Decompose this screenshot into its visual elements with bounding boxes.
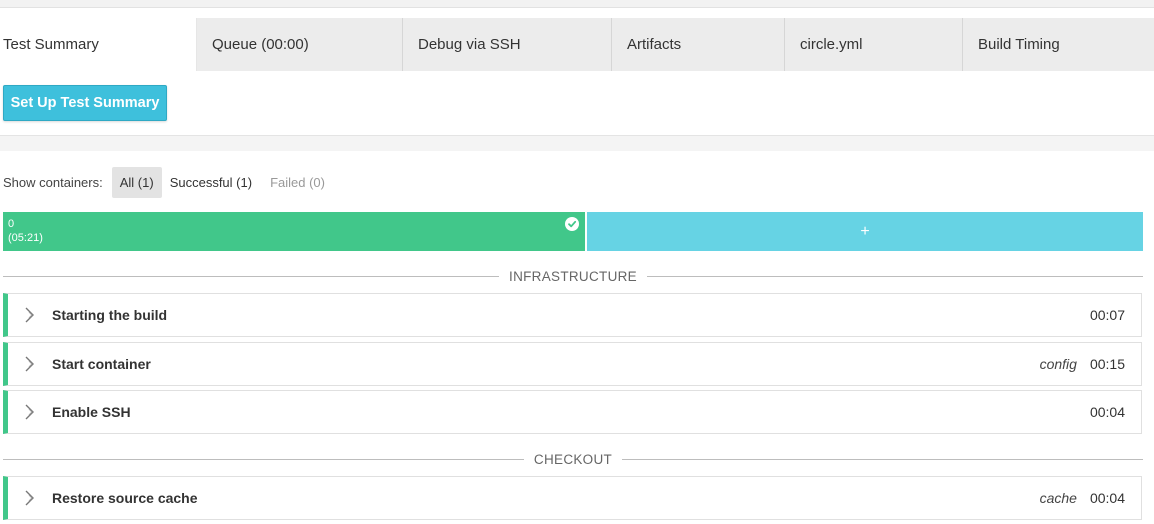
plus-icon: + (860, 222, 870, 240)
container-time: (05:21) (8, 232, 43, 244)
step-row[interactable]: Restore source cache cache 00:04 (3, 476, 1142, 520)
tab-artifacts[interactable]: Artifacts (612, 18, 785, 71)
step-tag: cache (1039, 490, 1077, 506)
filter-successful-button[interactable]: Successful (1) (162, 167, 260, 198)
show-containers-label: Show containers: (3, 174, 103, 190)
divider-line (3, 275, 500, 277)
set-up-test-summary-button[interactable]: Set Up Test Summary (3, 85, 167, 121)
container-filters: Show containers: All (1) Successful (1) … (3, 166, 333, 198)
section-header-checkout: CHECKOUT (3, 449, 1143, 469)
step-row[interactable]: Starting the build 00:07 (3, 293, 1142, 337)
filter-all-button[interactable]: All (1) (111, 166, 162, 198)
build-tabs: Test Summary Queue (00:00) Debug via SSH… (0, 18, 1154, 71)
step-duration: 00:04 (1089, 404, 1125, 420)
container-0-bar[interactable]: 0 (05:21) (3, 212, 585, 251)
chevron-right-icon (22, 402, 38, 422)
chevron-right-icon (22, 488, 38, 508)
add-container-button[interactable]: + (585, 212, 1143, 251)
container-index: 0 (8, 218, 15, 230)
step-row[interactable]: Start container config 00:15 (3, 342, 1142, 386)
step-name: Enable SSH (52, 404, 131, 420)
step-duration: 00:07 (1089, 307, 1125, 323)
divider-line (646, 275, 1144, 277)
divider-line (3, 458, 524, 460)
tab-test-summary[interactable]: Test Summary (0, 18, 197, 71)
step-name: Start container (52, 356, 151, 372)
step-duration: 00:15 (1089, 356, 1125, 372)
chevron-right-icon (22, 305, 38, 325)
step-row[interactable]: Enable SSH 00:04 (3, 390, 1142, 434)
step-name: Restore source cache (52, 490, 198, 506)
step-name: Starting the build (52, 307, 168, 323)
step-tag: config (1039, 356, 1077, 372)
section-title: INFRASTRUCTURE (509, 268, 637, 284)
tab-circle-yml[interactable]: circle.yml (785, 18, 963, 71)
panel-divider (0, 135, 1154, 151)
section-header-infrastructure: INFRASTRUCTURE (3, 266, 1144, 286)
step-duration: 00:04 (1089, 490, 1125, 506)
filter-failed-button[interactable]: Failed (0) (262, 167, 333, 198)
tab-debug-ssh[interactable]: Debug via SSH (403, 18, 612, 71)
tab-build-timing[interactable]: Build Timing (963, 18, 1154, 71)
tab-queue[interactable]: Queue (00:00) (197, 18, 403, 71)
container-bars: 0 (05:21) + (3, 212, 1143, 251)
check-circle-icon (565, 217, 579, 231)
section-title: CHECKOUT (533, 451, 613, 467)
divider-line (622, 458, 1143, 460)
chevron-right-icon (22, 354, 38, 374)
top-border (0, 0, 1154, 8)
